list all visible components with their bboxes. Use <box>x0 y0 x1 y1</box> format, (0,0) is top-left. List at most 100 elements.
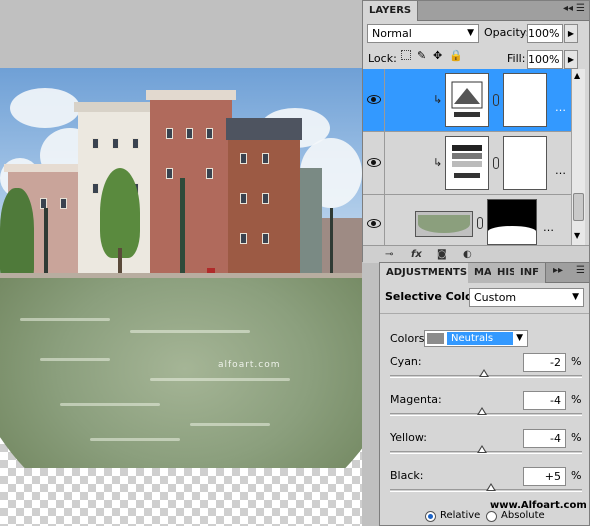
clip-arrow-icon: ↳ <box>433 93 443 106</box>
water-surface <box>0 278 362 468</box>
more-icon: … <box>543 221 554 234</box>
layer-row-water[interactable]: … <box>363 195 571 245</box>
layer-thumbnail <box>415 211 473 237</box>
scroll-down-icon[interactable]: ▼ <box>574 231 580 240</box>
chevron-down-icon: ▼ <box>516 333 523 343</box>
adjustment-thumbnail <box>445 136 489 190</box>
window <box>262 233 269 244</box>
green-building <box>300 168 322 278</box>
blend-mode-dropdown[interactable]: Normal ▼ <box>367 24 479 43</box>
slider-thumb[interactable] <box>485 483 496 491</box>
adjustment-layer-icon[interactable]: ◐ <box>463 249 472 260</box>
color-swatch <box>427 333 444 344</box>
adjustment-title: Selective Color <box>385 290 479 303</box>
tab-layers[interactable]: LAYERS <box>363 1 419 21</box>
slider-value-field[interactable]: -4 <box>523 391 566 410</box>
watermark-text: alfoart.com <box>218 360 281 370</box>
lock-move-icon[interactable]: ✥ <box>433 49 442 62</box>
absolute-radio[interactable] <box>486 511 497 522</box>
slider-label: Magenta: <box>390 393 442 406</box>
lock-all-icon[interactable]: 🔒 <box>449 49 463 62</box>
slider-thumb[interactable] <box>479 369 490 377</box>
wave <box>150 378 290 381</box>
colors-value: Neutrals <box>447 332 513 345</box>
opacity-field[interactable]: 100% <box>527 24 563 43</box>
layers-tabbar: LAYERS ◂◂ ☰ <box>363 1 589 21</box>
scroll-thumb[interactable] <box>573 193 584 221</box>
layers-scrollbar[interactable]: ▲ ▼ <box>571 69 585 245</box>
slider-label: Black: <box>390 469 424 482</box>
link-icon <box>493 94 499 106</box>
preset-value: Custom <box>474 291 517 304</box>
slider-label: Cyan: <box>390 355 422 368</box>
layer-list: ↳ … ↳ … … <box>363 69 571 245</box>
adjustment-thumbnail <box>445 73 489 127</box>
chevron-down-icon: ▼ <box>572 292 579 302</box>
relative-radio[interactable] <box>425 511 436 522</box>
opacity-stepper[interactable]: ▶ <box>564 24 578 43</box>
lock-label: Lock: <box>368 52 397 65</box>
lock-transparent-icon[interactable] <box>401 50 411 60</box>
document-canvas[interactable]: alfoart.com <box>0 0 362 526</box>
colors-label: Colors: <box>390 332 429 345</box>
window <box>240 193 247 204</box>
window <box>262 193 269 204</box>
layer-mask-thumbnail <box>503 136 547 190</box>
more-icon: … <box>555 101 566 114</box>
eye-icon <box>367 219 381 228</box>
tab-info[interactable]: INF <box>514 263 546 283</box>
adjustments-panel: ADJUSTMENTS MA HIS INF ▸▸ ☰ Selective Co… <box>379 262 590 526</box>
wave <box>90 438 180 441</box>
window <box>92 183 99 194</box>
absolute-label: Absolute <box>501 510 545 521</box>
window <box>112 138 119 149</box>
percent-unit: % <box>571 469 582 482</box>
visibility-toggle[interactable] <box>363 69 385 131</box>
window <box>60 198 67 209</box>
visibility-toggle[interactable] <box>363 195 385 245</box>
percent-unit: % <box>571 355 582 368</box>
layer-row-levels[interactable]: ↳ … <box>363 132 571 195</box>
window <box>186 128 193 139</box>
mansard-roof <box>226 118 302 140</box>
preset-dropdown[interactable]: Custom ▼ <box>469 288 584 307</box>
add-mask-icon[interactable]: ◙ <box>437 249 447 260</box>
window <box>92 138 99 149</box>
scroll-up-icon[interactable]: ▲ <box>574 71 580 80</box>
cornice <box>146 90 236 100</box>
tab-adjustments[interactable]: ADJUSTMENTS <box>380 263 475 283</box>
lock-brush-icon[interactable]: ✎ <box>417 49 426 62</box>
relative-label: Relative <box>440 510 481 521</box>
panorama-image: alfoart.com <box>0 68 362 468</box>
link-layers-icon[interactable]: ⊸ <box>385 249 393 260</box>
wave <box>20 318 110 321</box>
percent-unit: % <box>571 393 582 406</box>
panel-menu-icon[interactable]: ☰ <box>576 3 585 14</box>
fill-field[interactable]: 100% <box>527 50 563 69</box>
layers-panel: LAYERS ◂◂ ☰ Normal ▼ Opacity: 100% ▶ Loc… <box>362 0 590 263</box>
slider-label: Yellow: <box>390 431 427 444</box>
visibility-toggle[interactable] <box>363 132 385 194</box>
slider-value-field[interactable]: +5 <box>523 467 566 486</box>
window <box>240 233 247 244</box>
window <box>262 153 269 164</box>
colors-dropdown[interactable]: Neutrals ▼ <box>424 330 528 347</box>
tree <box>0 188 34 278</box>
window <box>166 168 173 179</box>
fill-stepper[interactable]: ▶ <box>564 50 578 69</box>
panel-menu-icon[interactable]: ☰ <box>576 265 585 276</box>
layer-row-selective-color[interactable]: ↳ … <box>363 69 571 132</box>
percent-unit: % <box>571 431 582 444</box>
slider-thumb[interactable] <box>477 407 488 415</box>
opacity-label: Opacity: <box>484 26 530 39</box>
fx-icon[interactable]: fx <box>411 249 422 260</box>
slider-thumb[interactable] <box>477 445 488 453</box>
selective-color-icon <box>451 81 483 117</box>
layer-mask-thumbnail <box>503 73 547 127</box>
collapse-icon[interactable]: ◂◂ <box>563 3 573 14</box>
slider-value-field[interactable]: -2 <box>523 353 566 372</box>
slider-value-field[interactable]: -4 <box>523 429 566 448</box>
expand-icon[interactable]: ▸▸ <box>553 265 563 276</box>
link-icon <box>493 157 499 169</box>
cornice <box>74 102 160 112</box>
